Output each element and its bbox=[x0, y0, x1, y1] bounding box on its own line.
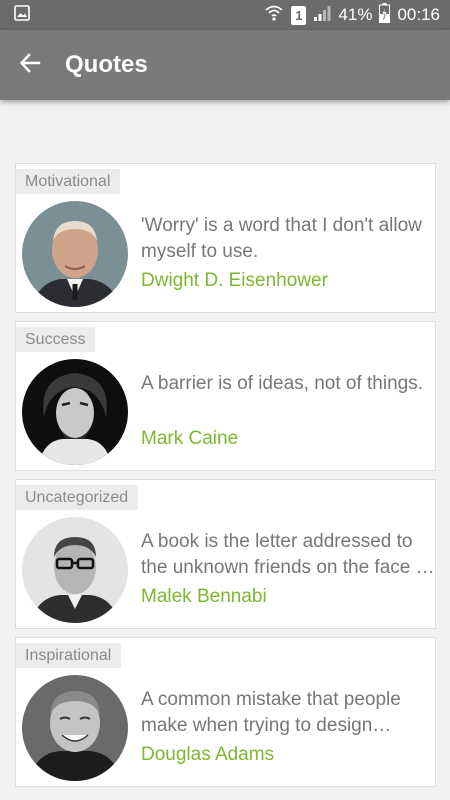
category-label: Motivational bbox=[16, 169, 121, 194]
signal-icon bbox=[313, 4, 331, 27]
arrow-left-icon bbox=[19, 52, 41, 79]
status-bar: 1 41% 00:16 bbox=[0, 0, 450, 30]
quote-author[interactable]: Malek Bennabi bbox=[141, 584, 267, 610]
quote-author[interactable]: Mark Caine bbox=[141, 426, 238, 452]
avatar bbox=[22, 201, 128, 307]
quote-author[interactable]: Dwight D. Eisenhower bbox=[141, 268, 328, 294]
clock: 00:16 bbox=[397, 5, 440, 24]
quote-card[interactable]: Uncategorized A book is the letter addre… bbox=[15, 479, 436, 629]
category-label: Uncategorized bbox=[16, 485, 139, 510]
image-notification-icon bbox=[14, 4, 30, 26]
quote-author[interactable]: Douglas Adams bbox=[141, 742, 274, 768]
quote-card[interactable]: Inspirational A common mistake that peop… bbox=[15, 637, 436, 787]
sim-icon: 1 bbox=[291, 5, 307, 25]
avatar bbox=[22, 517, 128, 623]
quote-text: A barrier is of ideas, not of things. bbox=[141, 373, 423, 394]
app-toolbar: Quotes bbox=[0, 30, 450, 100]
quote-text: A book is the letter addressed to the un… bbox=[141, 531, 432, 578]
page-title: Quotes bbox=[65, 51, 148, 78]
avatar bbox=[22, 359, 128, 465]
quote-text: 'Worry' is a word that I don't allow mys… bbox=[141, 215, 422, 262]
battery-text: 41% bbox=[338, 5, 373, 24]
avatar bbox=[22, 675, 128, 781]
wifi-icon bbox=[264, 4, 284, 27]
category-label: Success bbox=[16, 327, 96, 352]
quote-card[interactable]: Success A barrier is of ideas, not of th… bbox=[15, 321, 436, 471]
back-button[interactable] bbox=[0, 30, 60, 100]
quote-list: Motivational 'Worry' is a word that I do… bbox=[15, 163, 436, 795]
category-label: Inspirational bbox=[16, 643, 122, 668]
quote-text: A common mistake that people make when t… bbox=[141, 689, 401, 736]
battery-charging-icon bbox=[379, 2, 391, 28]
quote-card[interactable]: Motivational 'Worry' is a word that I do… bbox=[15, 163, 436, 313]
